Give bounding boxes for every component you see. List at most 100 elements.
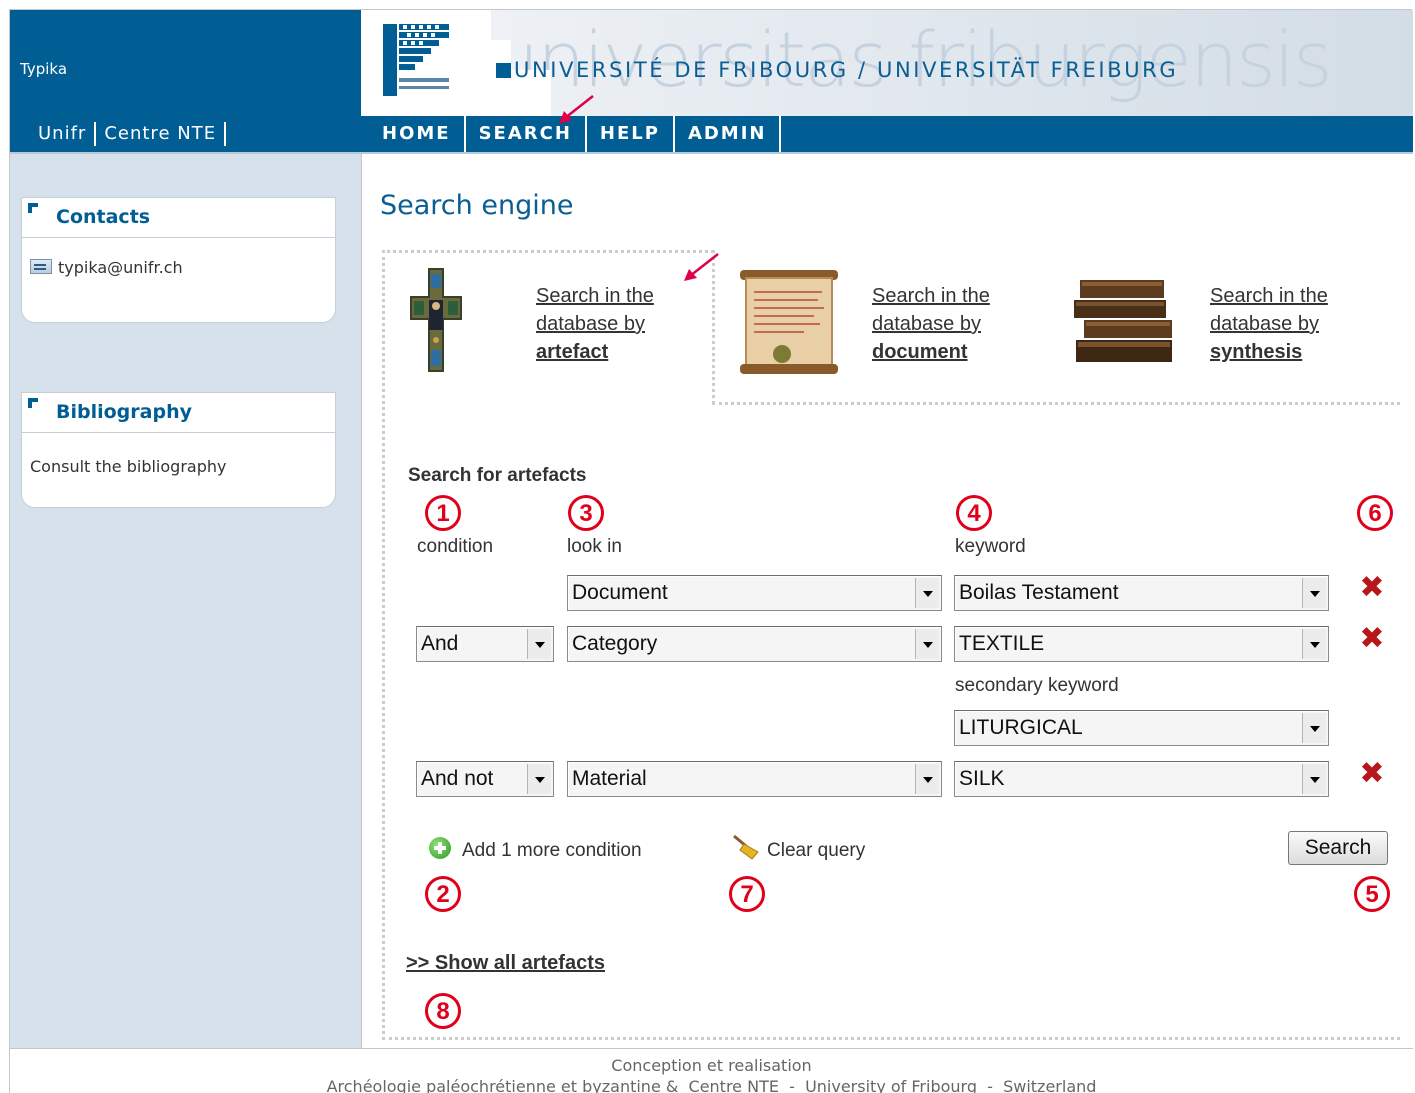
dropdown-arrow-icon <box>527 629 551 659</box>
books-synthesis-image[interactable] <box>1070 274 1180 369</box>
footer-line-1: Conception et realisation <box>611 1056 812 1075</box>
title-square-icon <box>496 63 511 78</box>
condition-select-row2[interactable]: And <box>416 626 554 662</box>
secondary-keyword-label: secondary keyword <box>955 675 1119 696</box>
footer-line-2: Archéologie paléochrétienne et byzantine… <box>326 1077 1097 1093</box>
contacts-body: typika@unifr.ch <box>22 238 335 291</box>
select-value: Category <box>572 632 658 655</box>
col-condition-label: condition <box>417 536 494 557</box>
header-banner: universitas friburgensis UNIVERSITÉ DE F… <box>361 10 1413 116</box>
corner-icon <box>28 398 38 408</box>
search-by-synthesis-link[interactable]: Search in the database by synthesis <box>1210 282 1328 366</box>
delete-row-icon[interactable]: ✖ <box>1358 759 1386 789</box>
annotation-3: 3 <box>568 495 604 531</box>
search-option-line: Search in the <box>1210 285 1328 307</box>
select-value: And <box>421 632 459 655</box>
contacts-header: Contacts <box>22 198 335 238</box>
dropdown-arrow-icon <box>915 578 939 608</box>
search-button[interactable]: Search <box>1288 831 1388 865</box>
dropdown-arrow-icon <box>1302 578 1326 608</box>
add-condition-link[interactable]: Add 1 more condition <box>462 840 642 862</box>
select-value: SILK <box>959 767 1005 790</box>
look-in-select-row3[interactable]: Material <box>567 761 942 797</box>
email-icon <box>30 259 52 274</box>
document-scroll-image[interactable] <box>734 268 844 376</box>
delete-row-icon[interactable]: ✖ <box>1358 573 1386 603</box>
delete-row-icon[interactable]: ✖ <box>1358 624 1386 654</box>
form-heading: Search for artefacts <box>408 465 587 486</box>
corner-icon <box>28 203 38 213</box>
search-option-line: Search in the <box>536 285 654 307</box>
contacts-title: Contacts <box>56 206 151 228</box>
look-in-select-row1[interactable]: Document <box>567 575 942 611</box>
annotation-4: 4 <box>956 495 992 531</box>
select-value: Document <box>572 581 668 604</box>
dropdown-arrow-icon <box>915 629 939 659</box>
contacts-box: Contacts typika@unifr.ch <box>21 197 336 323</box>
select-value: And not <box>421 767 494 790</box>
subnav-link-centre-nte[interactable]: Centre NTE <box>96 122 227 146</box>
cross-artefact-image[interactable] <box>408 266 464 376</box>
search-option-type-text: synthesis <box>1210 341 1303 363</box>
annotation-arrow-icon <box>559 95 594 124</box>
look-in-select-row2[interactable]: Category <box>567 626 942 662</box>
keyword-select-row2[interactable]: TEXTILE <box>954 626 1329 662</box>
dropdown-arrow-icon <box>1302 764 1326 794</box>
broom-icon[interactable] <box>732 834 760 860</box>
select-value: LITURGICAL <box>959 716 1083 739</box>
search-option-line: database by <box>1210 313 1319 335</box>
add-condition-icon[interactable] <box>429 837 451 859</box>
annotation-7: 7 <box>729 876 765 912</box>
page-title: Search engine <box>380 190 574 221</box>
annotation-1: 1 <box>425 495 461 531</box>
annotation-arrow-icon <box>684 253 719 281</box>
search-option-type-text: artefact <box>536 341 609 363</box>
subnav: Unifr Centre NTE <box>10 116 227 152</box>
annotation-6: 6 <box>1357 495 1393 531</box>
subnav-link-unifr[interactable]: Unifr <box>30 122 97 146</box>
dropdown-arrow-icon <box>1302 713 1326 743</box>
site-name: Typika <box>20 60 68 78</box>
search-option-type: artefact <box>536 338 654 366</box>
bibliography-link[interactable]: Consult the bibliography <box>30 457 226 476</box>
dotted-rule <box>382 250 714 253</box>
search-by-document-link[interactable]: Search in the database by document <box>872 282 990 366</box>
annotation-2: 2 <box>425 876 461 912</box>
bibliography-header: Bibliography <box>22 393 335 433</box>
dropdown-arrow-icon <box>527 764 551 794</box>
page: Typika universitas friburgensis UNIVERSI… <box>9 9 1413 1093</box>
annotation-8: 8 <box>425 993 461 1029</box>
search-by-artefact-link[interactable]: Search in the database by artefact <box>536 282 654 366</box>
select-value: Material <box>572 767 647 790</box>
dropdown-arrow-icon <box>915 764 939 794</box>
university-title[interactable]: UNIVERSITÉ DE FRIBOURG / UNIVERSITÄT FRE… <box>514 58 1178 82</box>
bibliography-title: Bibliography <box>56 401 192 423</box>
select-value: TEXTILE <box>959 632 1045 655</box>
search-option-type: synthesis <box>1210 338 1328 366</box>
condition-select-row3[interactable]: And not <box>416 761 554 797</box>
search-option-line: database by <box>872 313 981 335</box>
dotted-rule <box>712 402 1400 405</box>
annotation-5: 5 <box>1354 876 1390 912</box>
select-value: Boilas Testament <box>959 581 1119 604</box>
col-keyword-label: keyword <box>955 536 1026 557</box>
tab-admin[interactable]: ADMIN <box>675 116 782 152</box>
search-option-type: document <box>872 338 990 366</box>
university-logo-icon[interactable] <box>381 22 451 98</box>
keyword-select-row1[interactable]: Boilas Testament <box>954 575 1329 611</box>
show-all-artefacts-link[interactable]: >> Show all artefacts <box>406 952 605 975</box>
col-look-in-label: look in <box>567 536 622 557</box>
bibliography-body: Consult the bibliography <box>22 433 335 490</box>
tab-home[interactable]: HOME <box>369 116 466 152</box>
secondary-keyword-select[interactable]: LITURGICAL <box>954 710 1329 746</box>
tab-help[interactable]: HELP <box>587 116 675 152</box>
contact-email-link[interactable]: typika@unifr.ch <box>58 258 183 277</box>
sidebar: Contacts typika@unifr.ch Bibliography Co… <box>10 154 361 1048</box>
nav-bar: Unifr Centre NTE HOME SEARCH HELP ADMIN <box>10 116 1413 154</box>
search-option-line: database by <box>536 313 645 335</box>
search-option-line: Search in the <box>872 285 990 307</box>
clear-query-link[interactable]: Clear query <box>767 840 865 862</box>
keyword-select-row3[interactable]: SILK <box>954 761 1329 797</box>
main-content: Search engine Search in the database by … <box>361 154 1413 1048</box>
dropdown-arrow-icon <box>1302 629 1326 659</box>
